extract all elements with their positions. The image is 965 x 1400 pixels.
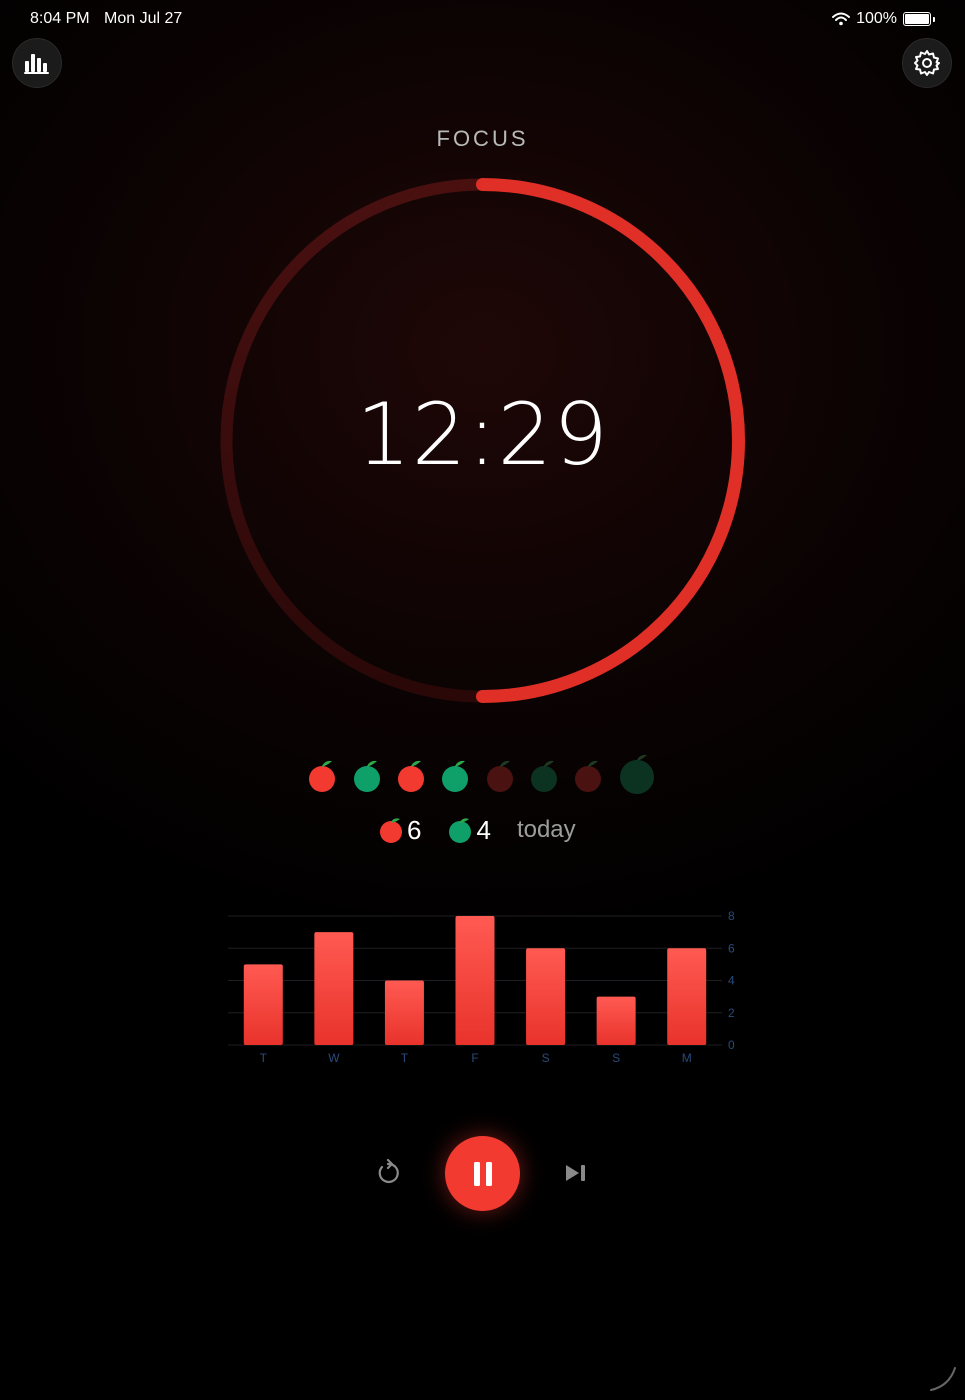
- chart-y-tick-label: 4: [728, 974, 735, 988]
- chart-x-tick-label: S: [542, 1051, 550, 1065]
- chart-y-tick-label: 6: [728, 941, 735, 955]
- session-tomato: [487, 760, 513, 792]
- chart-x-tick-label: M: [682, 1051, 692, 1065]
- session-tomato: [620, 754, 654, 794]
- skip-button[interactable]: [556, 1153, 596, 1193]
- chart-x-tick-label: W: [328, 1051, 340, 1065]
- pause-icon: [473, 1161, 492, 1186]
- chart-y-tick-label: 0: [728, 1038, 735, 1052]
- tomato-break-icon: [449, 818, 472, 843]
- session-tomato: [309, 760, 335, 792]
- chart-bar: [596, 996, 636, 1045]
- session-tomato: [398, 760, 424, 792]
- reset-icon: [378, 1159, 399, 1184]
- chart-x-tick-label: F: [471, 1051, 478, 1065]
- pause-button[interactable]: [445, 1136, 520, 1211]
- status-time: 8:04 PM: [30, 10, 90, 27]
- settings-button[interactable]: [902, 38, 952, 88]
- session-tomato: [442, 760, 468, 792]
- session-tomato: [575, 760, 601, 792]
- focus-count: 6: [407, 814, 422, 845]
- status-indicators: 100%: [832, 10, 935, 28]
- wifi-icon: [832, 12, 851, 26]
- chart-bar: [667, 948, 707, 1045]
- break-count: 4: [476, 814, 491, 845]
- timer-display: 12:29: [356, 385, 609, 485]
- chart-y-tick-label: 8: [728, 909, 735, 923]
- reset-button[interactable]: [368, 1153, 408, 1193]
- chart-y-tick-label: 2: [728, 1006, 735, 1020]
- chart-bar: [314, 932, 354, 1045]
- chart-x-tick-label: S: [612, 1051, 620, 1065]
- stats-button[interactable]: [12, 38, 62, 88]
- session-tomato: [354, 760, 380, 792]
- chart-bar: [455, 916, 495, 1045]
- skip-forward-icon: [566, 1165, 585, 1181]
- status-date: Mon Jul 27: [104, 10, 183, 27]
- chart-bar: [384, 980, 424, 1045]
- session-indicators: [300, 752, 665, 800]
- chart-x-tick-label: T: [401, 1051, 409, 1065]
- battery-tip: [933, 16, 935, 22]
- status-bar: 8:04 PM Mon Jul 27 100%: [0, 0, 965, 38]
- battery-percent: 100%: [856, 10, 897, 27]
- bar-chart-icon: [24, 54, 49, 74]
- mode-label: FOCUS: [436, 126, 529, 151]
- gear-icon: [914, 50, 940, 76]
- tomato-focus-icon: [380, 818, 402, 843]
- chart-x-tick-label: T: [260, 1051, 268, 1065]
- chart-bar: [243, 964, 283, 1045]
- weekly-bar-chart: 0 2 4 6 8 T W T F S S M: [228, 909, 735, 1065]
- chart-bar: [526, 948, 566, 1045]
- corner-indicator: [930, 1367, 956, 1391]
- today-tally: 6 4 today: [378, 812, 576, 848]
- timer-controls: [0, 1136, 965, 1212]
- session-tomato: [531, 760, 557, 792]
- tally-label: today: [516, 816, 576, 843]
- battery-icon: [903, 12, 931, 26]
